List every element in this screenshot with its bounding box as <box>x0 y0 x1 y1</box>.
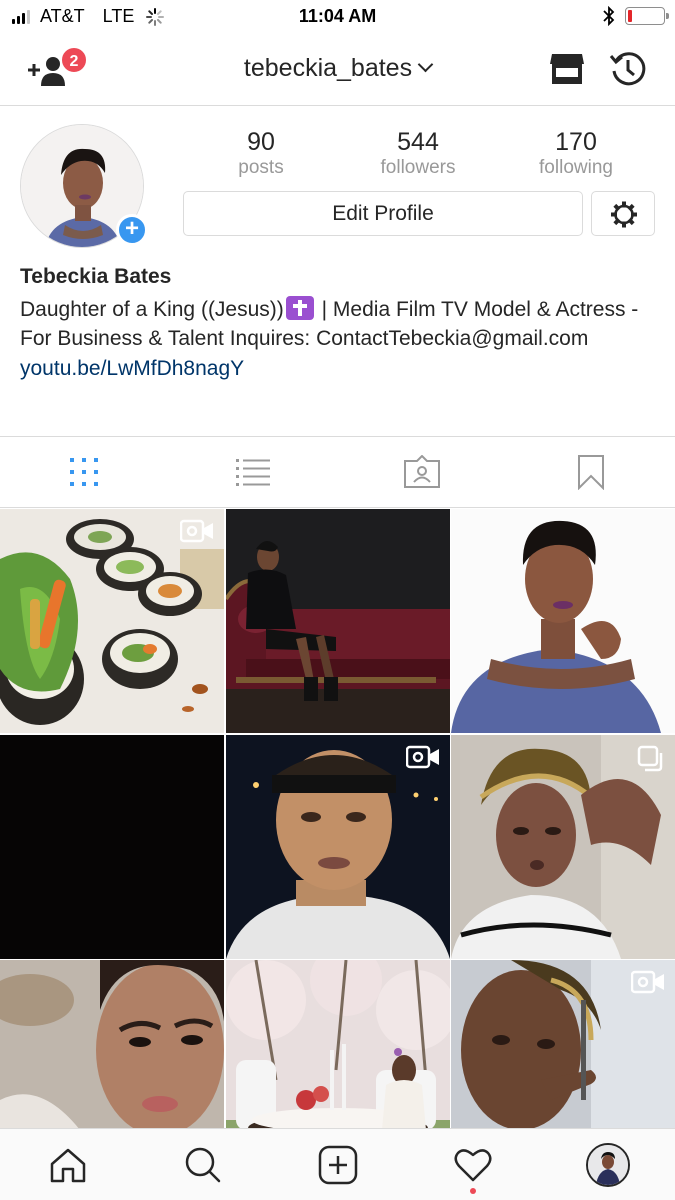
nav-activity[interactable] <box>405 1129 540 1200</box>
video-icon <box>631 970 664 994</box>
tab-saved[interactable] <box>506 437 675 507</box>
username-title: tebeckia_bates <box>243 54 413 82</box>
search-icon <box>185 1147 220 1182</box>
nav-search[interactable] <box>135 1129 270 1200</box>
profile-avatar-small <box>585 1142 630 1187</box>
saved-icon <box>577 455 604 490</box>
status-right <box>603 6 669 26</box>
tab-tagged[interactable] <box>338 437 507 507</box>
activity-heart-icon <box>454 1148 491 1181</box>
video-icon <box>406 745 439 769</box>
history-icon[interactable] <box>609 50 647 88</box>
stat-label: posts <box>238 157 284 178</box>
shop-icon[interactable] <box>549 52 585 86</box>
bio-text-part1: Daughter of a King ((Jesus)) <box>20 297 284 321</box>
edit-profile-button[interactable]: Edit Profile <box>183 191 583 236</box>
nav-profile[interactable] <box>540 1129 675 1200</box>
new-post-icon <box>318 1145 357 1184</box>
notification-dot <box>469 1188 476 1194</box>
nav-new-post[interactable] <box>270 1129 405 1200</box>
tagged-icon <box>403 455 440 488</box>
post-thumbnail-portrait <box>451 509 675 733</box>
display-name: Tebeckia Bates <box>20 265 172 288</box>
gear-icon <box>611 201 637 228</box>
grid-post[interactable] <box>226 960 450 1129</box>
list-icon <box>236 459 271 486</box>
status-bar: AT&T LTE 11:04 AM <box>0 0 675 34</box>
post-thumbnail-tea-party <box>226 960 450 1129</box>
battery-icon <box>625 7 669 25</box>
photo-grid <box>0 509 675 1129</box>
home-icon <box>50 1148 85 1182</box>
grid-post[interactable] <box>0 509 224 733</box>
grid-post[interactable] <box>0 960 224 1129</box>
carousel-icon <box>637 745 663 772</box>
stat-number: 90 <box>247 128 275 156</box>
stat-posts[interactable]: 90 posts <box>196 127 326 179</box>
tab-list[interactable] <box>169 437 338 507</box>
add-story-icon[interactable]: + <box>116 214 148 246</box>
grid-post[interactable] <box>451 960 675 1129</box>
post-thumbnail-closeup <box>0 960 224 1129</box>
stat-following[interactable]: 170 following <box>511 127 641 179</box>
grid-post[interactable] <box>451 735 675 959</box>
cross-emoji-icon <box>285 295 314 320</box>
bio-text: Daughter of a King ((Jesus)) | Media Fil… <box>20 292 660 354</box>
bluetooth-icon <box>603 6 615 26</box>
tab-grid[interactable] <box>0 437 169 507</box>
stat-label: followers <box>380 157 456 178</box>
post-thumbnail-dark <box>0 735 224 959</box>
video-icon <box>180 519 213 543</box>
grid-post[interactable] <box>226 509 450 733</box>
chevron-down-icon <box>417 56 434 73</box>
stat-number: 544 <box>397 128 439 156</box>
post-thumbnail-sofa <box>226 509 450 733</box>
grid-post[interactable] <box>451 509 675 733</box>
bottom-navigation <box>0 1128 675 1200</box>
profile-view-tabs <box>0 436 675 508</box>
clock: 11:04 AM <box>298 6 377 26</box>
grid-icon <box>70 458 99 486</box>
grid-post[interactable] <box>226 735 450 959</box>
profile-header: 2 tebeckia_bates <box>0 34 675 106</box>
grid-post[interactable] <box>0 735 224 959</box>
settings-button[interactable] <box>591 191 655 236</box>
stat-number: 170 <box>555 128 597 156</box>
bio-link[interactable]: youtu.be/LwMfDh8nagY <box>20 354 660 384</box>
profile-bio: Tebeckia Bates Daughter of a King ((Jesu… <box>20 262 660 383</box>
stat-label: following <box>539 157 613 178</box>
nav-home[interactable] <box>0 1129 135 1200</box>
stat-followers[interactable]: 544 followers <box>353 127 483 179</box>
